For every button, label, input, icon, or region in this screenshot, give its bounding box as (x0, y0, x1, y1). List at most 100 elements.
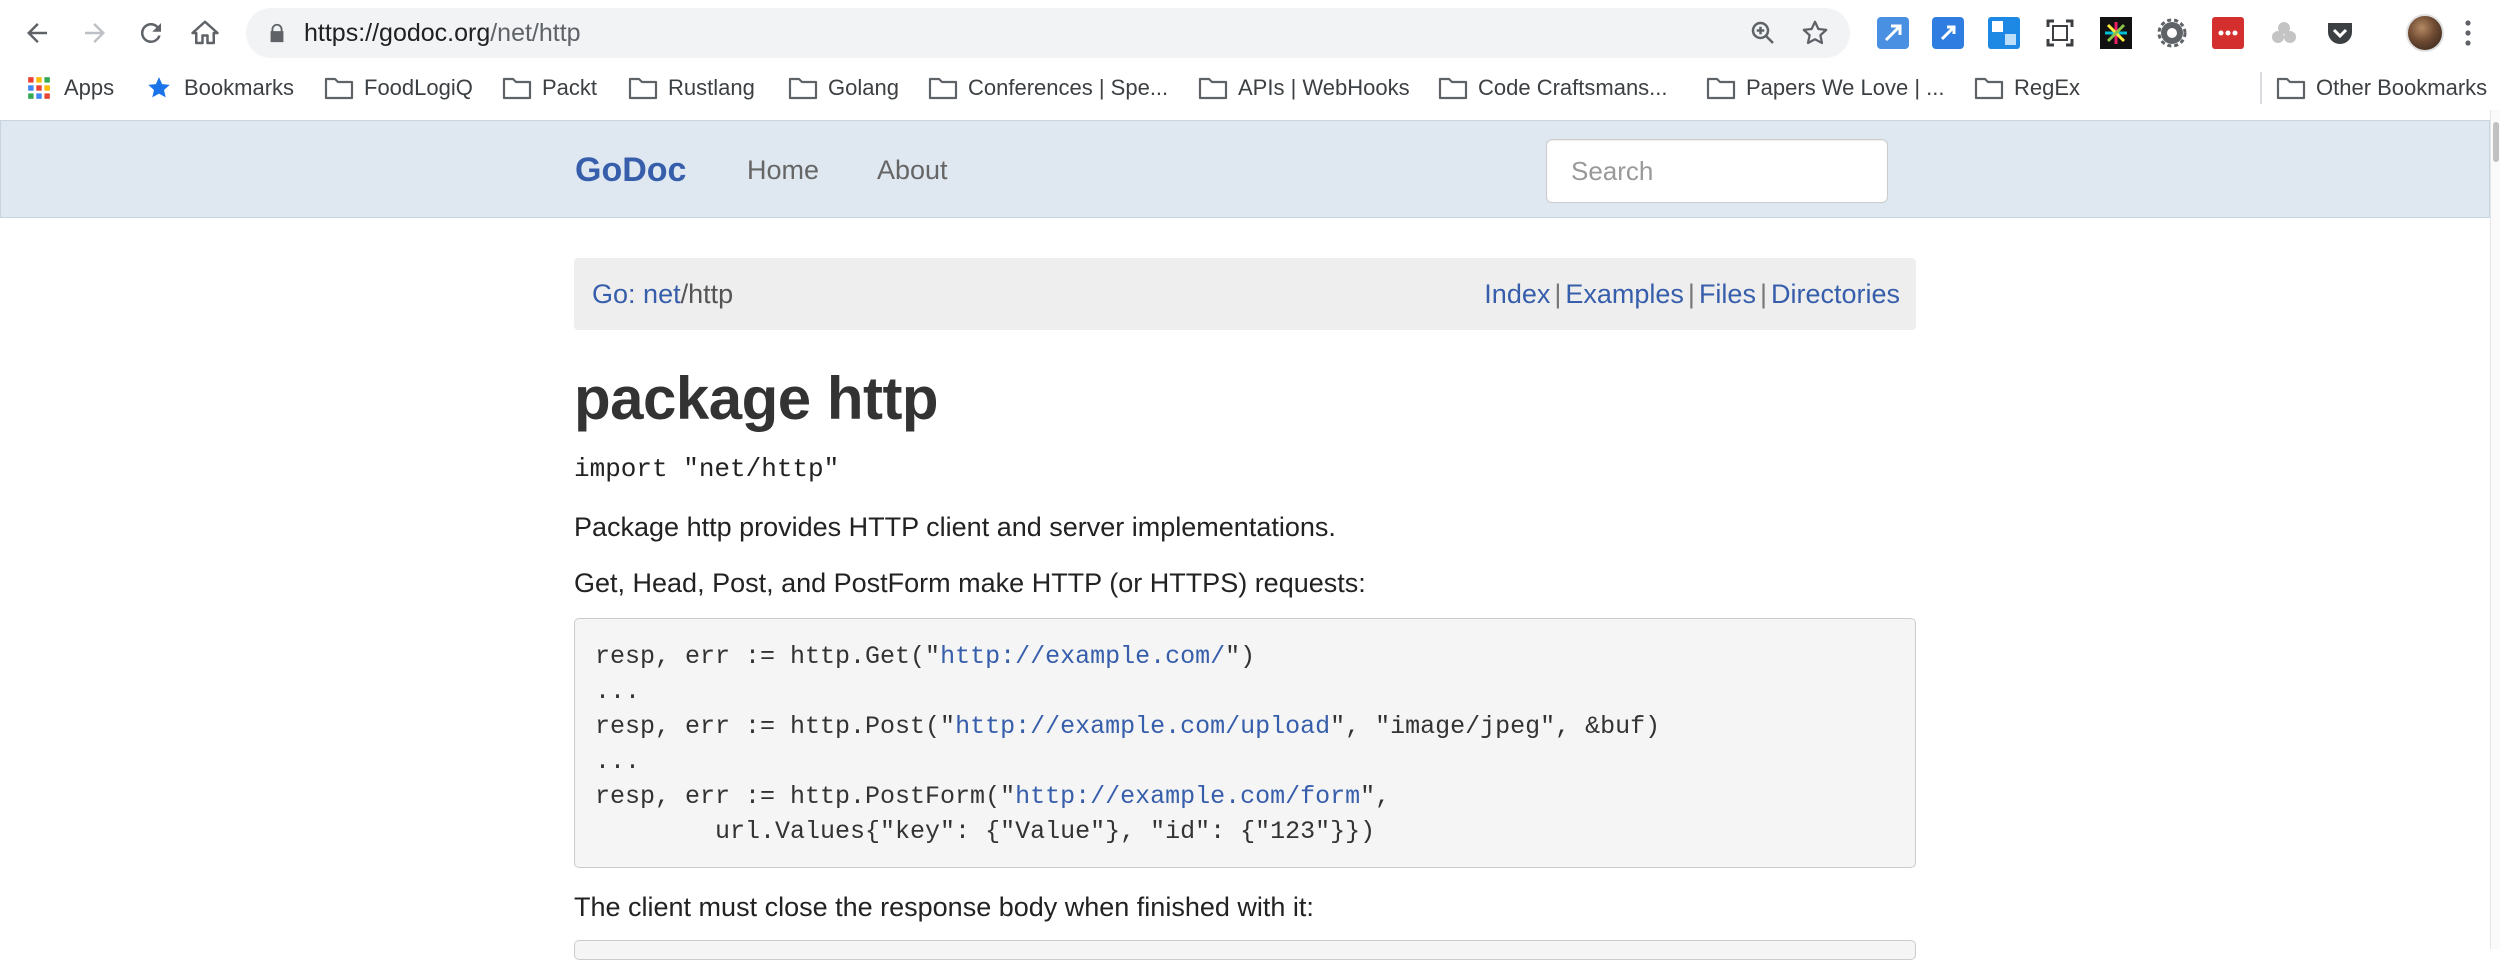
toc-links: Index | Examples | Files | Directories (1484, 258, 1900, 330)
zoom-icon[interactable] (1748, 18, 1778, 48)
star-icon (148, 77, 170, 98)
extension-red-dots-icon[interactable] (2212, 17, 2244, 49)
bookmark-label: Packt (542, 75, 598, 100)
forward-button[interactable] (76, 14, 114, 52)
folder-icon (1438, 77, 1468, 100)
back-button[interactable] (18, 14, 56, 52)
bookmark-folder-code-craftsmans[interactable]: Code Craftsmans... (1438, 66, 1668, 110)
scrollbar-thumb[interactable] (2493, 122, 2499, 162)
bookmark-label: RegEx (2014, 75, 2081, 100)
reload-icon (140, 22, 161, 43)
toc-separator: | (1759, 279, 1767, 309)
lock-icon (270, 23, 284, 43)
bookmark-label: Code Craftsmans... (1478, 75, 1668, 100)
breadcrumb-current: http (688, 279, 734, 309)
folder-icon (2276, 77, 2306, 100)
breadcrumb-bar: Go: net/http Index | Examples | Files | Direct… (574, 258, 1916, 330)
code-text: ", (1360, 782, 1391, 811)
code-text: resp, err := http.PostForm(" (595, 782, 1016, 811)
folder-icon (628, 77, 658, 100)
folder-icon (788, 77, 818, 100)
menu-kebab-icon[interactable] (2456, 16, 2480, 50)
code-block: resp, err := http.Get("http://example.co… (574, 618, 1916, 868)
bookmark-folder-packt[interactable]: Packt (502, 66, 597, 110)
bookmark-star-icon[interactable] (1800, 18, 1830, 48)
bookmark-folder-rustlang[interactable]: Rustlang (628, 66, 755, 110)
code-text: ... (595, 747, 641, 776)
folder-icon (324, 77, 354, 100)
nav-about-link[interactable]: About (877, 121, 948, 219)
toc-directories-link[interactable]: Directories (1771, 279, 1900, 309)
bookmark-label: Bookmarks (184, 75, 295, 100)
browser-toolbar: https://godoc.org/net/http (0, 0, 2500, 66)
bookmark-label: Apps (64, 75, 115, 100)
home-icon (191, 20, 219, 45)
page-title: package http (574, 365, 939, 432)
code-text: ... (595, 677, 641, 706)
package-intro: Package http provides HTTP client and se… (574, 512, 1336, 542)
code-text: ", "image/jpeg", &buf) (1330, 712, 1661, 741)
toc-examples-link[interactable]: Examples (1565, 279, 1684, 309)
bookmark-folder-other[interactable]: Other Bookmarks (2276, 66, 2487, 110)
bookmark-apps[interactable]: Apps (24, 66, 114, 110)
brand-logo[interactable]: GoDoc (575, 121, 686, 219)
bookmark-label: Rustlang (668, 75, 755, 100)
bookmark-label: Golang (828, 75, 899, 100)
bookmark-bookmarks[interactable]: Bookmarks (144, 66, 294, 110)
import-statement: import "net/http" (574, 454, 840, 484)
extension-cloud-icon[interactable] (2268, 17, 2300, 49)
url-text[interactable]: https://godoc.org/net/http (304, 8, 581, 58)
breadcrumb-net-link[interactable]: net (643, 279, 681, 309)
breadcrumb-root-link[interactable]: Go: (592, 279, 636, 309)
back-arrow-icon (27, 23, 47, 43)
extension-screenshot-icon[interactable] (2044, 17, 2076, 49)
bookmark-label: Other Bookmarks (2316, 75, 2488, 100)
toc-files-link[interactable]: Files (1699, 279, 1756, 309)
extension-layout-icon[interactable] (1988, 17, 2020, 49)
bookmarks-separator (2260, 72, 2262, 104)
extension-expand-icon[interactable] (1877, 17, 1909, 49)
code-text: resp, err := http.Post(" (595, 712, 956, 741)
profile-avatar[interactable] (2406, 14, 2444, 52)
code-link[interactable]: http://example.com/form (1015, 782, 1360, 811)
home-button[interactable] (186, 14, 224, 52)
bookmark-folder-apis[interactable]: APIs | WebHooks (1198, 66, 1410, 110)
bookmark-folder-regex[interactable]: RegEx (1974, 66, 2080, 110)
folder-icon (928, 77, 958, 100)
nav-home-link[interactable]: Home (747, 121, 819, 219)
extension-gear-icon[interactable] (2156, 17, 2188, 49)
folder-icon (1974, 77, 2004, 100)
toc-separator: | (1687, 279, 1695, 309)
extension-pocket-icon[interactable] (2324, 17, 2356, 49)
folder-icon (502, 77, 532, 100)
bookmark-folder-foodlogiq[interactable]: FoodLogiQ (324, 66, 473, 110)
code-text: ") (1225, 642, 1256, 671)
apps-grid-icon (28, 77, 50, 99)
code-link[interactable]: http://example.com/upload (955, 712, 1330, 741)
page-scrollbar[interactable] (2490, 110, 2500, 949)
bookmark-label: Papers We Love | ... (1746, 75, 1945, 100)
code-block-next (574, 940, 1916, 960)
bookmark-folder-papers-we-love[interactable]: Papers We Love | ... (1706, 66, 1945, 110)
bookmark-folder-conferences[interactable]: Conferences | Spe... (928, 66, 1168, 110)
breadcrumb-separator: / (680, 279, 689, 309)
bookmark-label: APIs | WebHooks (1238, 75, 1410, 100)
bookmark-folder-golang[interactable]: Golang (788, 66, 899, 110)
url-path: /net/http (490, 19, 581, 47)
forward-arrow-icon (85, 23, 105, 43)
bookmark-label: Conferences | Spe... (968, 75, 1169, 100)
extension-link-icon[interactable] (1932, 17, 1964, 49)
bookmarks-bar: Apps Bookmarks FoodLogiQ Packt Rustlang … (0, 66, 2500, 110)
url-host: https://godoc.org (304, 19, 491, 47)
breadcrumb: Go: net/http (592, 258, 733, 330)
search-input[interactable] (1546, 139, 1888, 203)
requests-description: Get, Head, Post, and PostForm make HTTP … (574, 568, 1366, 598)
folder-icon (1706, 77, 1736, 100)
address-bar[interactable]: https://godoc.org/net/http (246, 8, 1850, 58)
site-navbar: GoDoc Home About (0, 120, 2490, 218)
toc-separator: | (1554, 279, 1562, 309)
extension-starburst-icon[interactable] (2100, 17, 2132, 49)
reload-button[interactable] (132, 14, 170, 52)
toc-index-link[interactable]: Index (1484, 279, 1550, 309)
code-link[interactable]: http://example.com/ (940, 642, 1225, 671)
